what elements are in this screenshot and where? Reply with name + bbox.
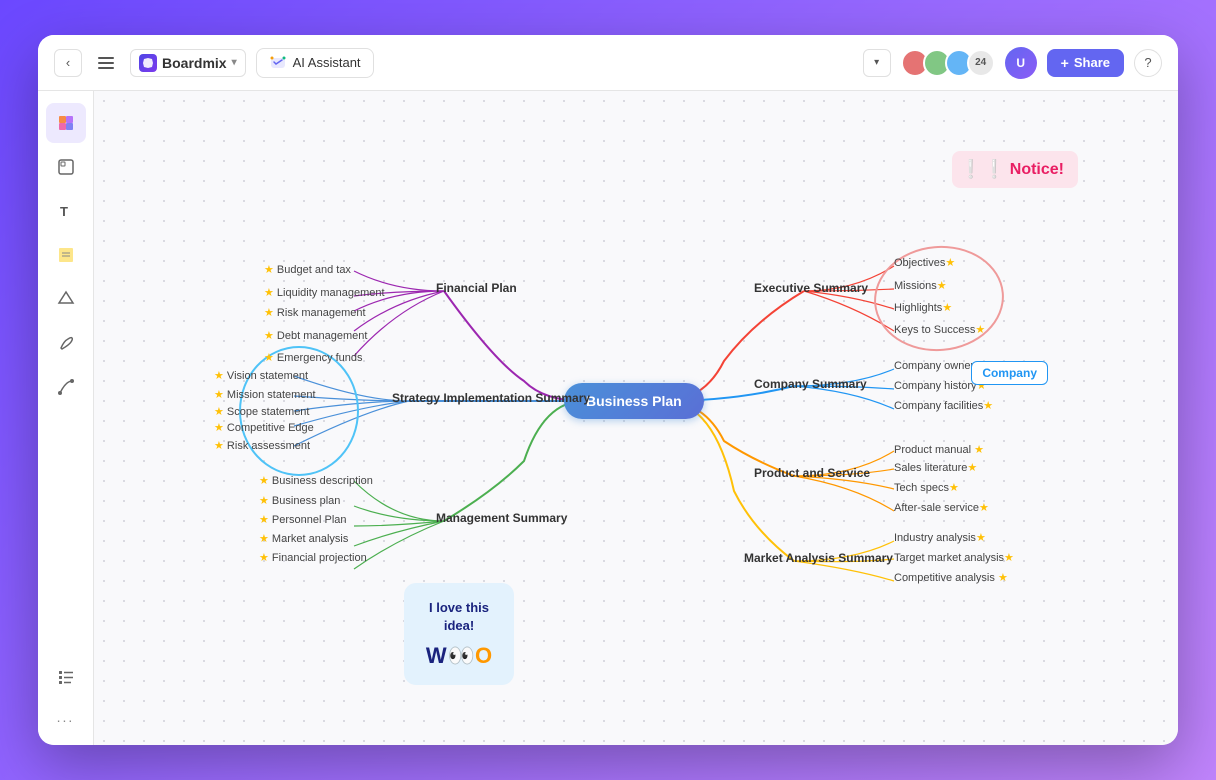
avatars-group: 24 (901, 49, 995, 77)
leaf-biz-desc: ★ Business description (259, 474, 373, 487)
user-avatar[interactable]: U (1005, 47, 1037, 79)
avatar-count: 24 (967, 49, 995, 77)
share-button[interactable]: + Share (1047, 49, 1124, 77)
sidebar-tool-connector[interactable] (46, 367, 86, 407)
leaf-missions: Missions★ (894, 279, 947, 292)
love-text: I love this idea! (424, 599, 494, 635)
leaf-emergency: ★ Emergency funds (264, 351, 363, 364)
more-tools-button[interactable]: ... (46, 701, 86, 733)
boardmix-logo-icon (139, 54, 157, 72)
help-button[interactable]: ? (1134, 49, 1162, 77)
boardmix-logo[interactable]: Boardmix ▾ (130, 49, 246, 77)
notice-sticker[interactable]: ❕ ❕ Notice! (952, 151, 1078, 188)
leaf-competitive-anal: Competitive analysis ★ (894, 571, 1008, 584)
header-left: ‹ Boardmix ▾ (54, 48, 851, 78)
leaf-risk-assess: ★ Risk assessment (214, 439, 310, 452)
branch-market[interactable]: Market Analysis Summary (744, 551, 893, 565)
notice-text: Notice! (1010, 161, 1064, 179)
branch-strategy[interactable]: Strategy Implementation Summary (392, 391, 590, 405)
leaf-objectives: Objectives★ (894, 256, 955, 269)
sidebar-tool-shape[interactable] (46, 279, 86, 319)
connector-icon (56, 377, 76, 397)
leaf-tech: Tech specs★ (894, 481, 959, 494)
branch-product[interactable]: Product and Service (754, 466, 870, 480)
leaf-budget: ★ Budget and tax (264, 263, 351, 276)
branch-management[interactable]: Management Summary (436, 511, 567, 525)
love-emoji: W👀O (424, 643, 494, 669)
svg-text:T: T (60, 204, 68, 219)
shape-icon (56, 289, 76, 309)
leaf-highlights: Highlights★ (894, 301, 952, 314)
leaf-aftersale: After-sale service★ (894, 501, 989, 514)
sidebar-tool-pen[interactable] (46, 323, 86, 363)
leaf-liquidity: ★ Liquidity management (264, 286, 385, 299)
back-button[interactable]: ‹ (54, 49, 82, 77)
menu-button[interactable] (92, 49, 120, 77)
sidebar-tool-sticky[interactable] (46, 235, 86, 275)
company-label[interactable]: Company (971, 361, 1048, 385)
leaf-scope: ★ Scope statement (214, 405, 309, 418)
pen-icon (56, 333, 76, 353)
boardmix-label: Boardmix (162, 55, 227, 71)
frame-icon (56, 157, 76, 177)
leaf-competitive: ★ Competitive Edge (214, 421, 314, 434)
paint-icon (56, 113, 76, 133)
dropdown-button[interactable]: ▾ (863, 49, 891, 77)
leaf-keys: Keys to Success★ (894, 323, 985, 336)
header: ‹ Boardmix ▾ (38, 35, 1178, 91)
branch-company[interactable]: Company Summary (754, 377, 867, 391)
branch-financial-plan[interactable]: Financial Plan (436, 281, 517, 295)
leaf-financial-proj: ★ Financial projection (259, 551, 367, 564)
main-area: T (38, 91, 1178, 745)
app-window: ‹ Boardmix ▾ (38, 35, 1178, 745)
boardmix-chevron: ▾ (232, 57, 237, 68)
sticky-icon (56, 245, 76, 265)
leaf-product-manual: Product manual ★ (894, 443, 984, 456)
notice-icons: ❕ ❕ (960, 159, 1006, 180)
ai-assistant-label: AI Assistant (293, 55, 361, 70)
branch-executive[interactable]: Executive Summary (754, 281, 868, 295)
leaf-industry: Industry analysis★ (894, 531, 986, 544)
leaf-debt: ★ Debt management (264, 329, 367, 342)
leaf-facilities: Company facilities★ (894, 399, 993, 412)
love-sticker[interactable]: I love this idea! W👀O (404, 583, 514, 685)
list-icon (56, 667, 76, 687)
share-label: Share (1074, 55, 1110, 70)
leaf-vision: ★ Vision statement (214, 369, 308, 382)
ai-assistant-button[interactable]: AI Assistant (256, 48, 374, 78)
leaf-risk-mgmt: ★ Risk management (264, 306, 366, 319)
sidebar-tool-paint[interactable] (46, 103, 86, 143)
sidebar: T (38, 91, 94, 745)
leaf-biz-plan: ★ Business plan (259, 494, 340, 507)
text-icon: T (56, 201, 76, 221)
ai-icon (269, 54, 287, 72)
leaf-market-anal: ★ Market analysis (259, 532, 348, 545)
sidebar-tool-list[interactable] (46, 657, 86, 697)
sidebar-tool-frame[interactable] (46, 147, 86, 187)
leaf-mission: ★ Mission statement (214, 388, 316, 401)
header-right: ▾ 24 U + Share ? (863, 47, 1162, 79)
sidebar-tool-text[interactable]: T (46, 191, 86, 231)
share-icon: + (1061, 55, 1069, 71)
leaf-target: Target market analysis★ (894, 551, 1014, 564)
leaf-sales: Sales literature★ (894, 461, 977, 474)
leaf-personnel: ★ Personnel Plan (259, 513, 347, 526)
canvas-area[interactable]: Business Plan Financial Plan Strategy Im… (94, 91, 1178, 745)
